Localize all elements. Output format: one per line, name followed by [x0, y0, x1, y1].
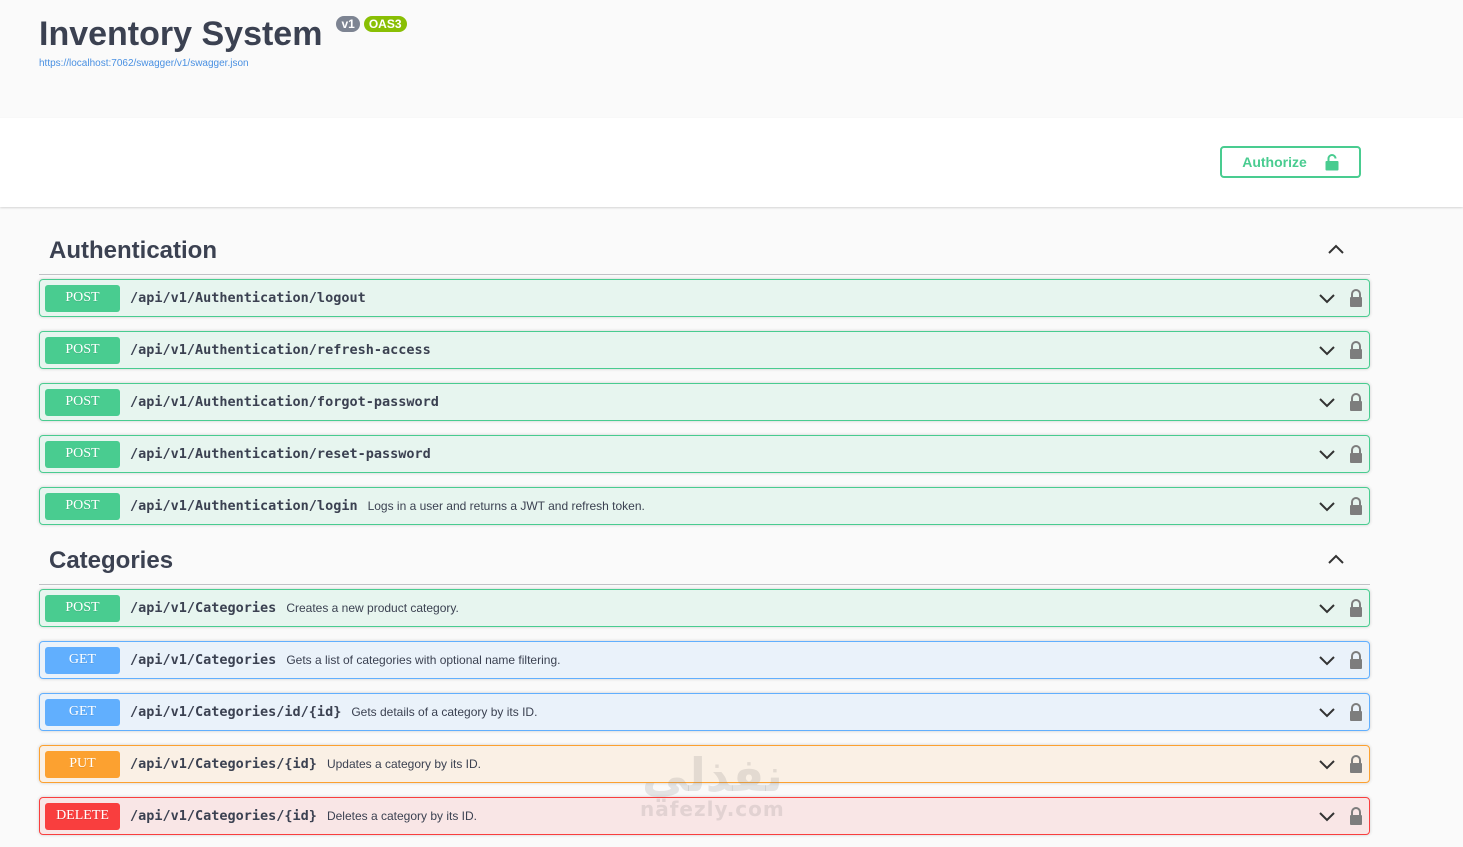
method-badge: POST — [45, 594, 120, 622]
chevron-down-icon[interactable] — [1317, 756, 1337, 774]
operation-summary: Logs in a user and returns a JWT and ref… — [367, 499, 645, 513]
operation-path[interactable]: /api/v1/Authentication/forgot-password — [130, 394, 439, 410]
lock-icon[interactable] — [1347, 444, 1365, 464]
operation-row[interactable]: GET/api/v1/Categories Gets a list of cate… — [39, 641, 1370, 679]
chevron-up-icon[interactable] — [1325, 239, 1347, 261]
operation-row[interactable]: POST/api/v1/Authentication/refresh-acces… — [39, 331, 1370, 369]
operation-path[interactable]: /api/v1/Categories — [130, 652, 276, 668]
lock-icon[interactable] — [1347, 496, 1365, 516]
method-badge: POST — [45, 336, 120, 364]
scheme-container: Authorize — [0, 118, 1463, 207]
section-header[interactable]: Authentication — [39, 223, 1370, 275]
chevron-down-icon[interactable] — [1317, 394, 1337, 412]
operation-summary: Creates a new product category. — [286, 601, 459, 615]
lock-icon[interactable] — [1347, 806, 1365, 826]
lock-icon[interactable] — [1347, 650, 1365, 670]
method-badge: GET — [45, 698, 120, 726]
method-badge: POST — [45, 492, 120, 520]
operation-path[interactable]: /api/v1/Categories — [130, 600, 276, 616]
operation-summary: Gets a list of categories with optional … — [286, 653, 561, 667]
operation-row[interactable]: DELETE/api/v1/Categories/{id} Deletes a c… — [39, 797, 1370, 835]
lock-icon[interactable] — [1347, 392, 1365, 412]
operation-path[interactable]: /api/v1/Categories/id/{id} — [130, 704, 341, 720]
operation-row[interactable]: POST/api/v1/Categories Creates a new prod… — [39, 589, 1370, 627]
operation-path[interactable]: /api/v1/Authentication/reset-password — [130, 446, 431, 462]
section-authentication: Authentication POST/api/v1/Authentication… — [39, 223, 1370, 525]
info-header: Inventory System v1 OAS3 https://localho… — [0, 0, 1463, 118]
chevron-down-icon[interactable] — [1317, 704, 1337, 722]
oas-badge: OAS3 — [363, 16, 407, 32]
operation-row[interactable]: POST/api/v1/Authentication/reset-passwor… — [39, 435, 1370, 473]
version-badge: v1 — [336, 16, 360, 32]
section-header[interactable]: Categories — [39, 533, 1370, 585]
operation-path[interactable]: /api/v1/Categories/{id} — [130, 756, 317, 772]
chevron-down-icon[interactable] — [1317, 342, 1337, 360]
operation-row[interactable]: POST/api/v1/Authentication/login Logs in … — [39, 487, 1370, 525]
operation-path[interactable]: /api/v1/Authentication/login — [130, 498, 358, 514]
lock-icon[interactable] — [1347, 288, 1365, 308]
operation-row[interactable]: PUT/api/v1/Categories/{id} Updates a cate… — [39, 745, 1370, 783]
chevron-up-icon[interactable] — [1325, 549, 1347, 571]
section-title[interactable]: Authentication — [49, 237, 217, 265]
method-badge: DELETE — [45, 802, 120, 830]
unlocked-icon — [1325, 153, 1339, 170]
operation-row[interactable]: POST/api/v1/Authentication/logout — [39, 279, 1370, 317]
operation-summary: Gets details of a category by its ID. — [351, 705, 538, 719]
chevron-down-icon[interactable] — [1317, 498, 1337, 516]
operation-row[interactable]: POST/api/v1/Authentication/forgot-passwo… — [39, 383, 1370, 421]
operation-summary: Updates a category by its ID. — [326, 757, 482, 771]
section-title[interactable]: Categories — [49, 547, 173, 575]
spec-url-link[interactable]: https://localhost:7062/swagger/v1/swagge… — [39, 58, 249, 69]
chevron-down-icon[interactable] — [1317, 652, 1337, 670]
authorize-button[interactable]: Authorize — [1220, 146, 1361, 178]
operation-summary: Deletes a category by its ID. — [326, 809, 478, 823]
method-badge: POST — [45, 440, 120, 468]
method-badge: GET — [45, 646, 120, 674]
lock-icon[interactable] — [1347, 702, 1365, 722]
lock-icon[interactable] — [1347, 340, 1365, 360]
lock-icon[interactable] — [1347, 754, 1365, 774]
method-badge: POST — [45, 388, 120, 416]
operation-path[interactable]: /api/v1/Authentication/refresh-access — [130, 342, 431, 358]
operation-path[interactable]: /api/v1/Authentication/logout — [130, 290, 366, 306]
chevron-down-icon[interactable] — [1317, 446, 1337, 464]
section-categories: Categories POST/api/v1/Categories Creates … — [39, 533, 1370, 835]
chevron-down-icon[interactable] — [1317, 808, 1337, 826]
operation-row[interactable]: GET/api/v1/Categories/id/{id} Gets detail… — [39, 693, 1370, 731]
chevron-down-icon[interactable] — [1317, 600, 1337, 618]
chevron-down-icon[interactable] — [1317, 290, 1337, 308]
authorize-label: Authorize — [1242, 154, 1307, 170]
lock-icon[interactable] — [1347, 598, 1365, 618]
method-badge: POST — [45, 284, 120, 312]
operation-path[interactable]: /api/v1/Categories/{id} — [130, 808, 317, 824]
page-title: Inventory System — [39, 15, 323, 53]
title-row: Inventory System v1 OAS3 — [39, 14, 407, 54]
method-badge: PUT — [45, 750, 120, 778]
